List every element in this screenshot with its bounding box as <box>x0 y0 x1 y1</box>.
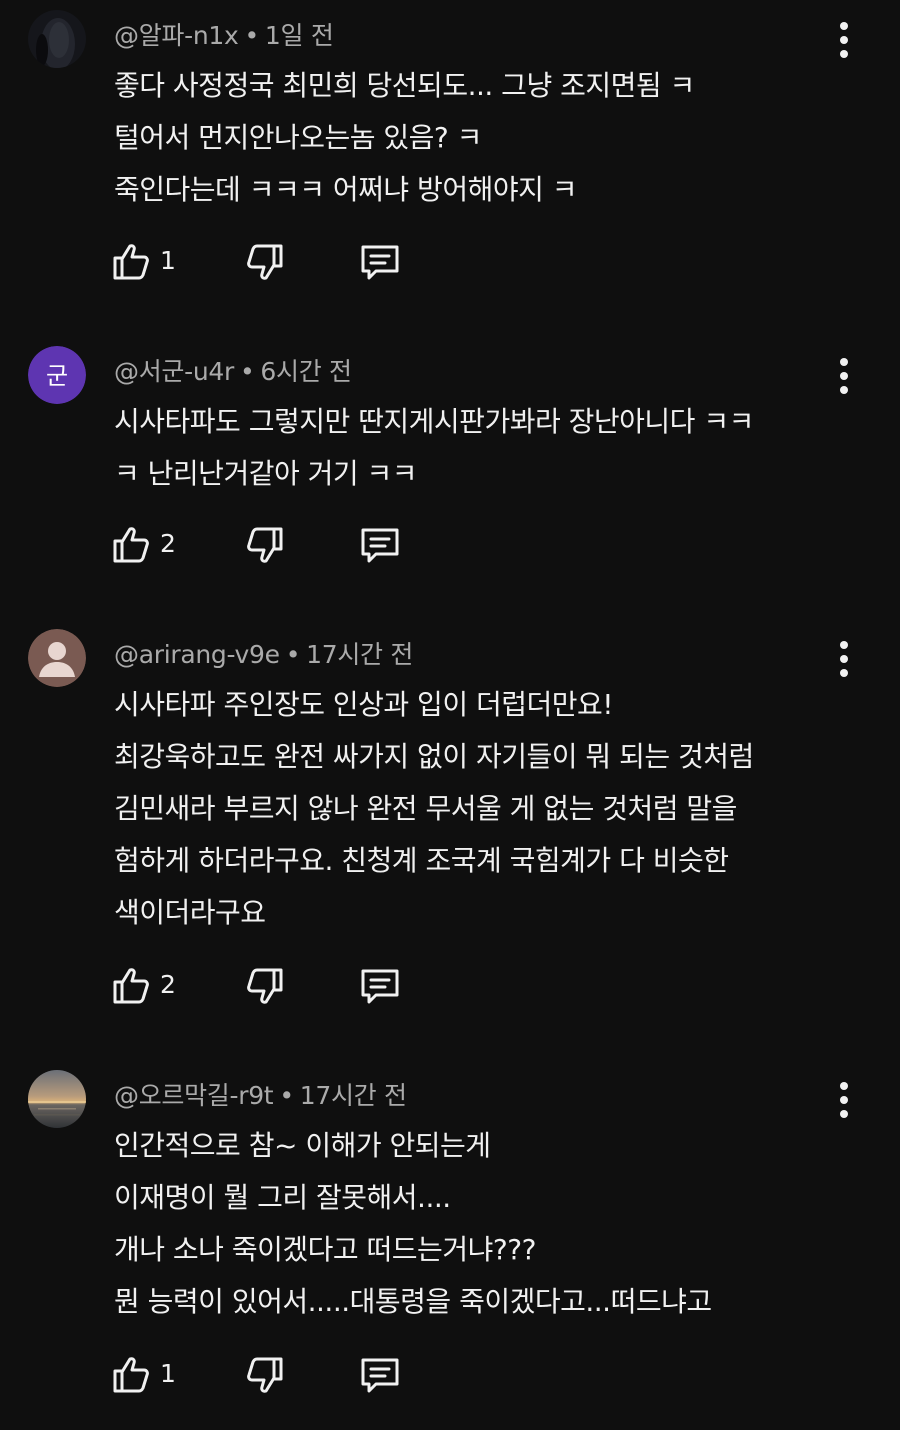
separator-dot: • <box>239 357 255 386</box>
thumbs-up-icon[interactable] <box>110 964 154 1008</box>
like-count: 1 <box>160 1359 176 1388</box>
reply-icon[interactable] <box>358 240 402 284</box>
comment-actions: 1 <box>110 1353 430 1399</box>
separator-dot: • <box>244 21 259 50</box>
avatar[interactable] <box>28 10 86 68</box>
comment-meta: @오르막길-r9t • 17시간 전 <box>114 1076 407 1112</box>
comment-line: 좋다 사정정국 최민희 당선되도... 그냥 조지면됨 ㅋ <box>114 69 695 102</box>
comment-line: 색이더라구요 <box>114 896 266 929</box>
author-handle[interactable]: @서군-u4r <box>114 357 234 386</box>
comment-line: 최강욱하고도 완전 싸가지 없이 자기들이 뭐 되는 것처럼 <box>114 740 754 773</box>
comment-text: 인간적으로 참~ 이해가 안되는게 이재명이 뭘 그리 잘못해서.... 개나 … <box>114 1120 854 1328</box>
like-count: 1 <box>160 246 176 275</box>
author-handle[interactable]: @arirang-v9e <box>114 640 280 669</box>
comment-meta: @arirang-v9e • 17시간 전 <box>114 635 413 671</box>
like-count: 2 <box>160 970 176 999</box>
reply-icon[interactable] <box>358 964 402 1008</box>
more-vert-icon[interactable] <box>826 637 862 681</box>
comment-actions: 2 <box>110 523 430 569</box>
thumbs-down-icon[interactable] <box>242 964 286 1008</box>
avatar-letter: 군 <box>46 362 68 390</box>
comment-line: 김민새라 부르지 않나 완전 무서울 게 없는 것처럼 말을 <box>114 792 737 825</box>
separator-dot: • <box>279 1081 294 1110</box>
reply-icon[interactable] <box>358 1353 402 1397</box>
avatar[interactable] <box>28 629 86 687</box>
author-handle[interactable]: @오르막길-r9t <box>114 1081 274 1110</box>
thumbs-down-icon[interactable] <box>242 1353 286 1397</box>
comment-line: 인간적으로 참~ 이해가 안되는게 <box>114 1129 491 1162</box>
comment-meta: @알파-n1x • 1일 전 <box>114 16 334 52</box>
more-vert-icon[interactable] <box>826 354 862 398</box>
comment-line: 험하게 하더라구요. 친청계 조국계 국힘계가 다 비슷한 <box>114 844 729 877</box>
comment-meta: @서군-u4r • 6시간 전 <box>114 352 352 388</box>
comment-text: 시사타파도 그렇지만 딴지게시판가봐라 장난아니다 ㅋㅋ ㅋ 난리난거같아 거기… <box>114 396 854 500</box>
comment-actions: 1 <box>110 240 430 286</box>
comment-text: 좋다 사정정국 최민희 당선되도... 그냥 조지면됨 ㅋ 털어서 먼지안나오는… <box>114 60 854 216</box>
comment-time[interactable]: 17시간 전 <box>306 640 413 669</box>
comment-line: 개나 소나 죽이겠다고 떠드는거냐??? <box>114 1233 536 1266</box>
comment-line: 털어서 먼지안나오는놈 있음? ㅋ <box>114 121 482 154</box>
comment-time[interactable]: 1일 전 <box>265 21 334 50</box>
comment-line: 이재명이 뭘 그리 잘못해서.... <box>114 1181 451 1214</box>
thumbs-down-icon[interactable] <box>242 240 286 284</box>
comment-line: ㅋ 난리난거같아 거기 ㅋㅋ <box>114 457 418 490</box>
comment-actions: 2 <box>110 964 430 1010</box>
comment-line: 죽인다는데 ㅋㅋㅋ 어쩌냐 방어해야지 ㅋ <box>114 173 578 206</box>
more-vert-icon[interactable] <box>826 18 862 62</box>
thumbs-up-icon[interactable] <box>110 240 154 284</box>
comment-text: 시사타파 주인장도 인상과 입이 더럽더만요! 최강욱하고도 완전 싸가지 없이… <box>114 679 854 939</box>
comment-line: 뭔 능력이 있어서.....대통령을 죽이겠다고...떠드냐고 <box>114 1285 712 1318</box>
author-handle[interactable]: @알파-n1x <box>114 21 239 50</box>
avatar[interactable]: 군 <box>28 346 86 404</box>
reply-icon[interactable] <box>358 523 402 567</box>
thumbs-down-icon[interactable] <box>242 523 286 567</box>
separator-dot: • <box>285 640 301 669</box>
thumbs-up-icon[interactable] <box>110 1353 154 1397</box>
avatar[interactable] <box>28 1070 86 1128</box>
comment-line: 시사타파도 그렇지만 딴지게시판가봐라 장난아니다 ㅋㅋ <box>114 405 754 438</box>
like-count: 2 <box>160 529 176 558</box>
comment-time[interactable]: 6시간 전 <box>260 357 352 386</box>
thumbs-up-icon[interactable] <box>110 523 154 567</box>
more-vert-icon[interactable] <box>826 1078 862 1122</box>
comment-line: 시사타파 주인장도 인상과 입이 더럽더만요! <box>114 688 614 721</box>
comment-time[interactable]: 17시간 전 <box>300 1081 407 1110</box>
